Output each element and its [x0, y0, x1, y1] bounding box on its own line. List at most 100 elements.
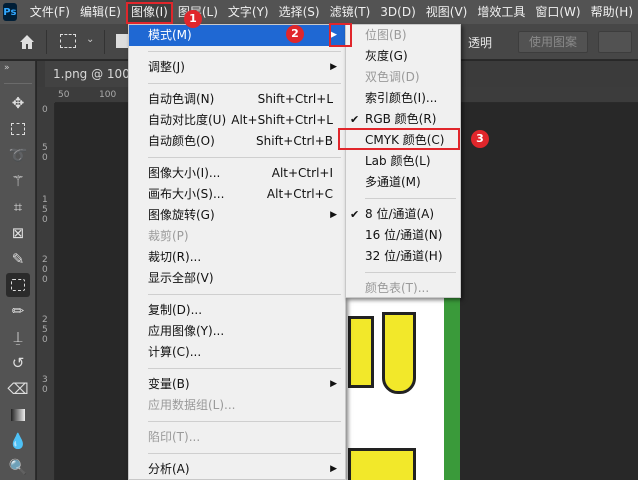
step-badge-2: 2: [286, 25, 304, 43]
ruler-mark: 0: [42, 265, 48, 275]
image-menu-item[interactable]: 计算(C)...: [129, 342, 345, 363]
step-badge-3: 3: [471, 130, 489, 148]
stamp-icon[interactable]: ⍊: [6, 325, 30, 349]
image-menu-item: 裁剪(P): [129, 226, 345, 247]
move-icon[interactable]: ✥: [6, 91, 30, 115]
ruler-mark: 0: [42, 385, 48, 395]
menu-bar: Ps 文件(F) 编辑(E) 图像(I) 图层(L) 文字(Y) 选择(S) 滤…: [0, 0, 638, 24]
eraser-icon[interactable]: ⌫: [6, 377, 30, 401]
menu-item-label: 16 位/通道(N): [365, 228, 443, 242]
history-brush-icon[interactable]: ↺: [6, 351, 30, 375]
mode-menu-item[interactable]: 灰度(G): [346, 46, 460, 67]
ruler-mark: 0: [42, 153, 48, 163]
ruler-mark: 0: [42, 105, 48, 115]
menu-item-label: 多通道(M): [365, 175, 421, 189]
highlight-mode-arrow: [329, 23, 352, 47]
image-menu-item[interactable]: 复制(D)...: [129, 300, 345, 321]
patch-icon[interactable]: [6, 273, 30, 297]
menu-separator: [365, 272, 456, 273]
magic-wand-icon[interactable]: ⚚: [6, 169, 30, 193]
menu-separator: [148, 157, 341, 158]
menu-edit[interactable]: 编辑(E): [75, 0, 126, 24]
blur-icon[interactable]: 💧: [6, 429, 30, 453]
menu-plugins[interactable]: 增效工具: [472, 0, 530, 24]
highlight-image-menu: [126, 2, 173, 24]
menu-3d[interactable]: 3D(D): [375, 0, 420, 24]
menu-item-label: Lab 颜色(L): [365, 154, 431, 168]
tool-panel: » ✥ ➰ ⚚ ⌗ ⊠ ✎ ✏ ⍊ ↺ ⌫ 💧 🔍: [0, 61, 36, 480]
collapse-panel-icon[interactable]: »: [4, 63, 10, 73]
dodge-icon[interactable]: 🔍: [6, 455, 30, 479]
image-menu-item[interactable]: 应用图像(Y)...: [129, 321, 345, 342]
mode-menu-item: 颜色表(T)...: [346, 278, 460, 299]
document-image[interactable]: [330, 298, 460, 480]
menu-file[interactable]: 文件(F): [25, 0, 75, 24]
chevron-down-icon[interactable]: ⌄: [86, 34, 94, 45]
gradient-icon[interactable]: [6, 403, 30, 427]
image-menu-item[interactable]: 显示全部(V): [129, 268, 345, 289]
options-extra-button[interactable]: [598, 31, 632, 53]
ruler-mark: 2: [42, 255, 48, 265]
checkmark-icon: ✔: [350, 113, 360, 126]
image-menu-item[interactable]: 自动对比度(U) Alt+Shift+Ctrl+L: [129, 110, 345, 131]
mode-menu-item: 双色调(D): [346, 67, 460, 88]
mode-menu-item[interactable]: 16 位/通道(N): [346, 225, 460, 246]
menu-item-label: 8 位/通道(A): [365, 207, 435, 221]
image-menu-item[interactable]: 图像大小(I)... Alt+Ctrl+I: [129, 163, 345, 184]
ruler-mark: 1: [42, 195, 48, 205]
mode-menu-item[interactable]: 32 位/通道(H): [346, 246, 460, 267]
image-menu-item[interactable]: 图像旋转(G) ▶: [129, 205, 345, 226]
submenu-arrow-icon: ▶: [330, 210, 337, 220]
menu-type[interactable]: 文字(Y): [223, 0, 274, 24]
mode-menu-item[interactable]: ✔ RGB 颜色(R): [346, 109, 460, 130]
menu-item-label: 图像旋转(G): [148, 208, 215, 222]
image-green-strip: [444, 298, 460, 480]
brush-icon[interactable]: ✏: [6, 299, 30, 323]
home-icon[interactable]: [18, 33, 36, 51]
image-menu-item[interactable]: 画布大小(S)... Alt+Ctrl+C: [129, 184, 345, 205]
document-tab[interactable]: 1.png @ 100%(RGB/8): [45, 61, 137, 87]
crop-icon[interactable]: ⌗: [6, 195, 30, 219]
image-menu-item[interactable]: 分析(A) ▶: [129, 459, 345, 480]
mode-menu-item[interactable]: 索引颜色(I)...: [346, 88, 460, 109]
ruler-mark: 5: [42, 325, 48, 335]
menu-separator: [148, 83, 341, 84]
menu-item-label: 索引颜色(I)...: [365, 91, 438, 105]
mode-submenu: 位图(B) 灰度(G) 双色调(D) 索引颜色(I)... ✔ RGB 颜色(R) CMYK…: [345, 24, 461, 298]
menu-item-label: 颜色表(T)...: [365, 281, 430, 295]
image-menu-item: 陷印(T)...: [129, 427, 345, 448]
menu-item-label: 裁剪(P): [148, 229, 189, 243]
menu-window[interactable]: 窗口(W): [530, 0, 585, 24]
image-menu-item[interactable]: 模式(M) ▶: [129, 25, 345, 46]
image-menu-item[interactable]: 变量(B) ▶: [129, 374, 345, 395]
use-pattern-button[interactable]: 使用图案: [518, 31, 588, 53]
menu-item-label: 模式(M): [148, 28, 192, 42]
mode-menu-item[interactable]: Lab 颜色(L): [346, 151, 460, 172]
image-menu-item[interactable]: 裁切(R)...: [129, 247, 345, 268]
menu-item-shortcut: Shift+Ctrl+B: [256, 134, 333, 148]
image-shape: [382, 312, 416, 394]
ruler-mark: 100: [99, 90, 117, 100]
ruler-mark: 2: [42, 315, 48, 325]
ruler-mark: 0: [42, 215, 48, 225]
menu-view[interactable]: 视图(V): [421, 0, 473, 24]
menu-select[interactable]: 选择(S): [274, 0, 325, 24]
menu-item-label: 图像大小(I)...: [148, 166, 221, 180]
marquee-preset-icon[interactable]: [60, 34, 76, 48]
image-menu-item[interactable]: 调整(J) ▶: [129, 57, 345, 78]
marquee-icon[interactable]: [6, 117, 30, 141]
image-menu-item[interactable]: 自动颜色(O) Shift+Ctrl+B: [129, 131, 345, 152]
highlight-cmyk: [338, 128, 460, 150]
menu-separator: [148, 368, 341, 369]
menu-item-label: 显示全部(V): [148, 271, 214, 285]
photoshop-logo: Ps: [3, 3, 17, 21]
image-menu-item[interactable]: 自动色调(N) Shift+Ctrl+L: [129, 89, 345, 110]
mode-menu-item[interactable]: ✔ 8 位/通道(A): [346, 204, 460, 225]
lasso-icon[interactable]: ➰: [6, 143, 30, 167]
menu-filter[interactable]: 滤镜(T): [325, 0, 376, 24]
eyedropper-icon[interactable]: ✎: [6, 247, 30, 271]
frame-icon[interactable]: ⊠: [6, 221, 30, 245]
menu-help[interactable]: 帮助(H): [586, 0, 638, 24]
menu-item-label: 变量(B): [148, 377, 190, 391]
mode-menu-item[interactable]: 多通道(M): [346, 172, 460, 193]
